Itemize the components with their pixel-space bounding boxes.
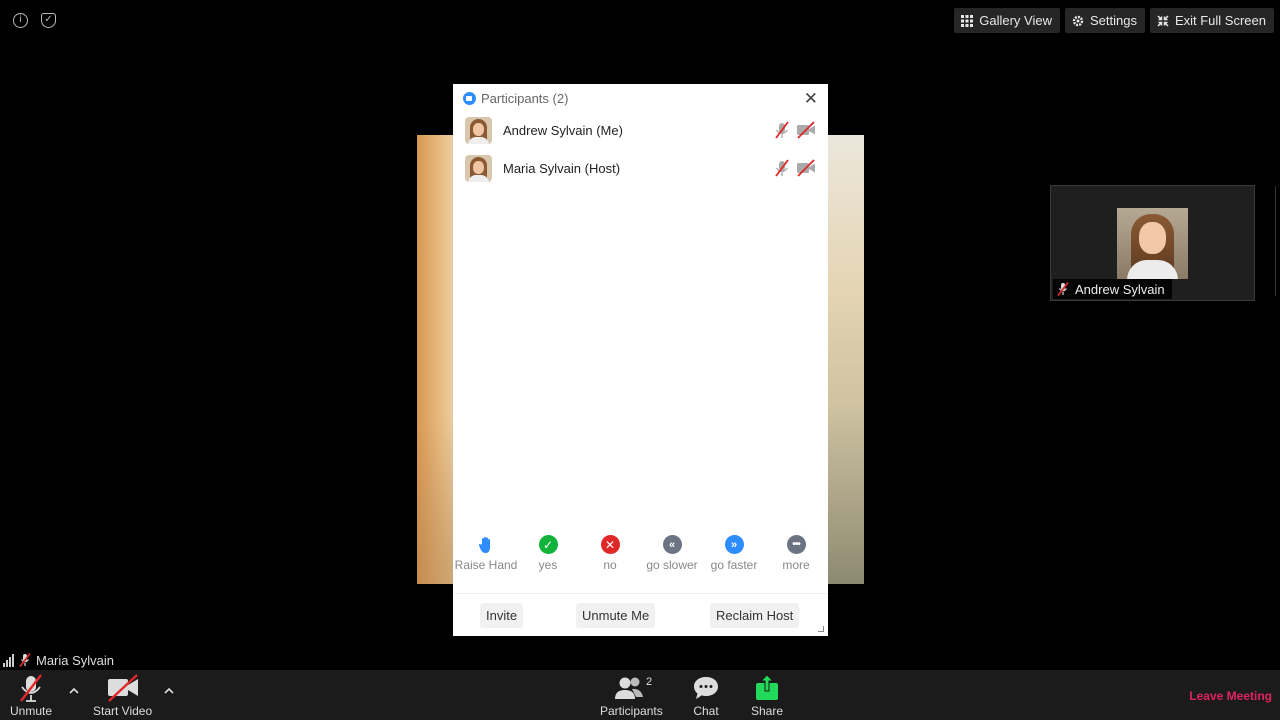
participants-icon <box>615 677 644 699</box>
settings-button[interactable]: Settings <box>1064 8 1145 33</box>
chevron-up-icon[interactable] <box>67 684 81 698</box>
participants-label: Participants <box>600 704 663 718</box>
panel-header: Participants (2) <box>453 84 828 112</box>
participant-name: Andrew Sylvain (Me) <box>503 122 623 138</box>
nonverbal-feedback-bar: Raise Hand ✓ yes ✕ no « go slower » go f… <box>453 535 828 572</box>
share-label: Share <box>751 704 784 718</box>
raise-hand-button[interactable]: Raise Hand <box>455 535 517 572</box>
thumbnail-name-label: Andrew Sylvain <box>1053 279 1172 299</box>
gallery-view-button[interactable]: Gallery View <box>954 8 1060 33</box>
participant-name: Maria Sylvain (Host) <box>503 160 621 176</box>
chat-label: Chat <box>693 704 719 718</box>
start-video-label: Start Video <box>93 704 153 718</box>
panel-title: Participants (2) <box>481 90 569 106</box>
participants-button[interactable]: Participants <box>600 674 663 718</box>
mic-muted-icon <box>19 653 31 667</box>
shield-icon[interactable]: ✓ <box>41 13 56 28</box>
reaction-label: go slower <box>646 558 698 572</box>
participant-row[interactable]: Maria Sylvain (Host) <box>453 151 828 185</box>
exit-full-screen-label: Exit Full Screen <box>1174 13 1266 28</box>
go-faster-button[interactable]: » go faster <box>703 535 765 572</box>
share-screen-icon <box>756 674 779 700</box>
unmute-button[interactable]: Unmute <box>10 674 52 718</box>
reaction-label: yes <box>538 558 558 572</box>
reaction-label: no <box>603 558 617 572</box>
start-video-button[interactable]: Start Video <box>93 674 152 718</box>
signal-strength-icon <box>3 653 14 667</box>
unmute-label: Unmute <box>10 704 53 718</box>
go-slower-button[interactable]: « go slower <box>641 535 703 572</box>
rewind-icon: « <box>662 535 682 554</box>
participant-row[interactable]: Andrew Sylvain (Me) <box>453 113 828 147</box>
chat-icon <box>694 677 718 699</box>
mic-muted-icon[interactable] <box>772 159 792 177</box>
gallery-view-label: Gallery View <box>979 13 1052 28</box>
reaction-label: more <box>782 558 810 572</box>
avatar <box>465 154 492 182</box>
invite-button[interactable]: Invite <box>480 603 524 628</box>
x-icon: ✕ <box>600 535 620 554</box>
more-button[interactable]: ••• more <box>765 535 827 572</box>
video-off-icon[interactable] <box>796 121 816 139</box>
thumbnail-name: Andrew Sylvain <box>1075 281 1165 297</box>
top-toolbar: Gallery View Settings Exit Full Screen <box>954 8 1274 33</box>
ellipsis-icon: ••• <box>786 535 806 554</box>
leave-meeting-button[interactable]: Leave Meeting <box>1189 689 1272 703</box>
mic-muted-icon <box>20 674 42 702</box>
participants-count-badge: 2 <box>646 676 653 688</box>
exit-full-screen-button[interactable]: Exit Full Screen <box>1149 8 1274 33</box>
avatar <box>465 116 492 144</box>
reaction-label: Raise Hand <box>454 558 518 572</box>
share-button[interactable]: Share <box>751 674 783 718</box>
close-icon[interactable]: ✕ <box>804 89 818 109</box>
chevron-up-icon[interactable] <box>162 684 176 698</box>
raise-hand-icon <box>476 535 496 554</box>
unmute-me-button[interactable]: Unmute Me <box>576 603 656 628</box>
self-name-label: Maria Sylvain <box>3 651 114 669</box>
yes-button[interactable]: ✓ yes <box>517 535 579 572</box>
exit-full-screen-icon <box>1157 14 1169 27</box>
video-off-icon <box>107 674 138 702</box>
reaction-label: go faster <box>710 558 758 572</box>
fast-forward-icon: » <box>724 535 744 554</box>
meeting-toolbar: Unmute Start Video Participants 2 Chat S… <box>0 670 1280 720</box>
participant-video-feed <box>1117 208 1188 279</box>
video-off-icon[interactable] <box>796 159 816 177</box>
mic-muted-icon <box>1057 282 1069 296</box>
participants-panel: Participants (2) ✕ Andrew Sylvain (Me) M… <box>453 84 828 636</box>
chat-button[interactable]: Chat <box>693 674 719 718</box>
grid-icon <box>961 14 974 27</box>
settings-label: Settings <box>1089 13 1137 28</box>
check-icon: ✓ <box>538 535 558 554</box>
participant-thumbnail[interactable]: Andrew Sylvain <box>1050 185 1255 301</box>
gear-icon <box>1072 15 1084 26</box>
panel-footer: Invite Unmute Me Reclaim Host <box>453 593 828 636</box>
info-icon[interactable]: i <box>13 13 28 28</box>
zoom-logo-icon <box>463 91 476 105</box>
gallery-edge <box>1275 186 1280 296</box>
no-button[interactable]: ✕ no <box>579 535 641 572</box>
self-name: Maria Sylvain <box>36 652 115 668</box>
reclaim-host-button[interactable]: Reclaim Host <box>710 603 800 628</box>
resize-handle[interactable] <box>818 626 824 632</box>
mic-muted-icon[interactable] <box>772 121 792 139</box>
